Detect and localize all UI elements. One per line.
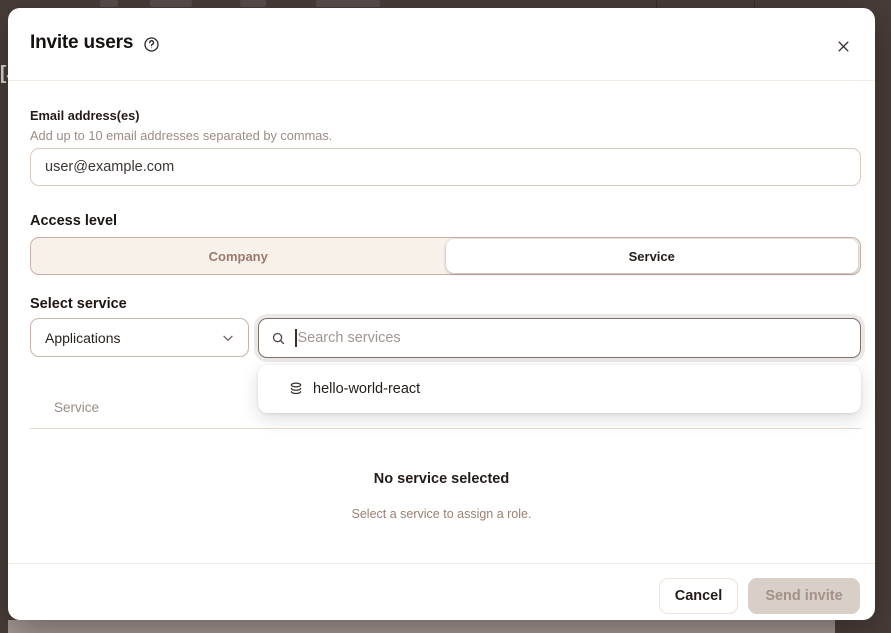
search-results-panel: hello-world-react <box>258 365 861 413</box>
dimmed-topnav-text <box>150 0 192 7</box>
search-placeholder: Search services <box>298 330 401 346</box>
empty-state-subtitle: Select a service to assign a role. <box>8 507 875 521</box>
dimmed-page-strip <box>8 620 835 633</box>
access-level-toggle: Company Service <box>30 237 861 275</box>
dimmed-topnav-separator <box>754 0 755 8</box>
empty-state-title: No service selected <box>8 471 875 487</box>
email-label: Email address(es) <box>30 108 140 123</box>
footer-buttons: Cancel Send invite <box>659 578 860 614</box>
dimmed-topnav-text <box>240 0 266 7</box>
close-icon[interactable] <box>831 34 855 58</box>
list-item-service[interactable]: hello-world-react <box>258 365 861 413</box>
help-icon[interactable] <box>143 36 160 53</box>
chevron-down-icon <box>220 330 236 346</box>
page-title: Invite users <box>30 32 133 54</box>
dimmed-topnav-separator <box>656 0 657 8</box>
invite-users-modal: Invite users Email address(es) Add up to… <box>8 8 875 620</box>
access-level-option-company[interactable]: Company <box>31 238 446 274</box>
service-result-label: hello-world-react <box>313 381 420 397</box>
send-invite-button[interactable]: Send invite <box>748 578 860 614</box>
access-level-label: Access level <box>30 213 117 229</box>
email-field[interactable] <box>30 148 861 186</box>
table-divider <box>30 428 861 429</box>
text-caret <box>295 329 297 347</box>
email-hint: Add up to 10 email addresses separated b… <box>30 128 332 143</box>
service-type-select-value: Applications <box>45 330 220 346</box>
select-service-label: Select service <box>30 296 127 312</box>
stack-icon <box>288 381 304 397</box>
service-column-header: Service <box>54 400 99 415</box>
header-divider <box>8 80 875 81</box>
footer-divider <box>8 563 875 564</box>
dimmed-topnav-text <box>316 0 380 7</box>
modal-header: Invite users <box>30 32 160 54</box>
dimmed-topnav-text <box>100 0 118 7</box>
access-level-option-service[interactable]: Service <box>446 239 859 273</box>
search-input[interactable]: Search services <box>258 318 861 358</box>
service-type-select[interactable]: Applications <box>30 318 249 357</box>
service-filter-row: Applications Search services <box>30 318 861 358</box>
dimmed-page-text: [J <box>0 60 8 90</box>
search-icon <box>271 331 286 346</box>
cancel-button[interactable]: Cancel <box>659 578 738 614</box>
